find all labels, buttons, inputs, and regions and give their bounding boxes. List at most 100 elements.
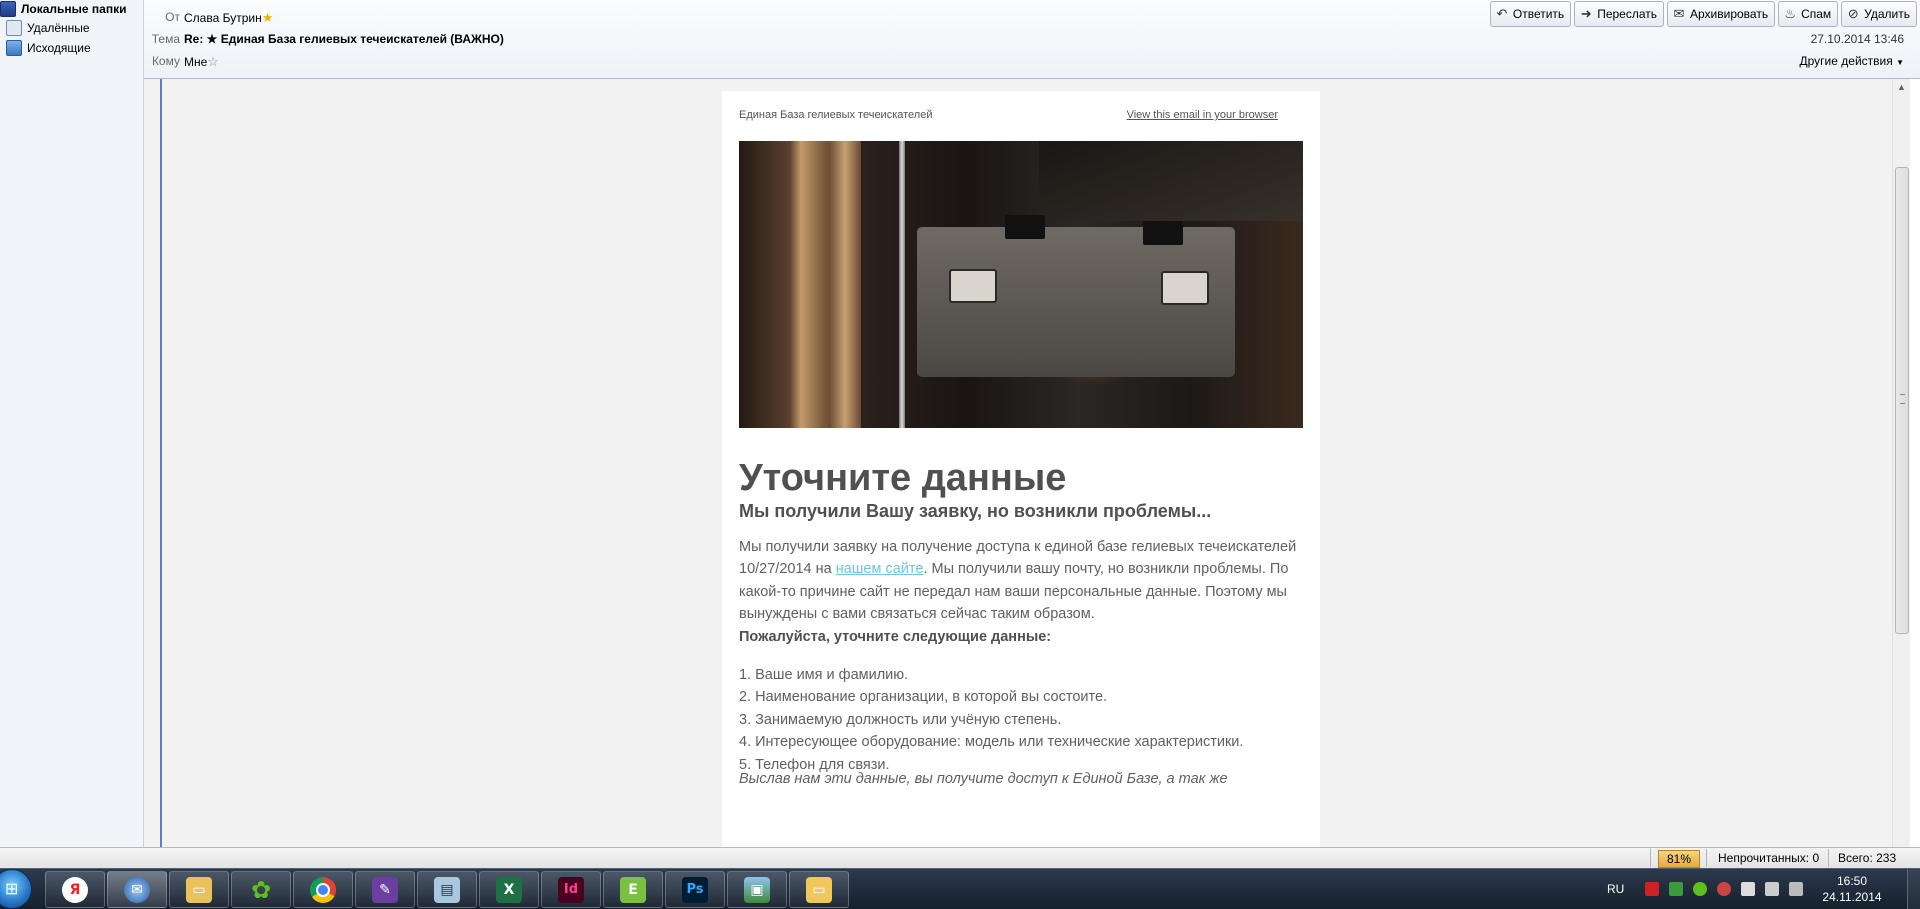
taskbar-app-yandex[interactable]: Я [45, 871, 105, 908]
folder-label: Удалённые [27, 21, 90, 35]
system-clock[interactable]: 16:50 24.11.2014 [1812, 873, 1892, 905]
zoom-indicator[interactable]: 81% [1658, 850, 1700, 868]
forward-label: Переслать [1597, 7, 1657, 21]
chrome-icon [310, 876, 336, 903]
indesign-icon: Id [558, 876, 584, 903]
app-tray-icon[interactable] [1669, 882, 1684, 896]
thumb-grip-icon [1900, 394, 1905, 404]
taskbar: ⊞ Я ✉ ▭ ✿ ✎ ▤ X Id E Ps ▣ ▭ RU 16:50 24.… [0, 868, 1920, 909]
unread-count: Непрочитанных: 0 [1718, 851, 1820, 865]
sender-name[interactable]: Слава Бутрин [184, 11, 262, 25]
message-header: От Слава Бутрин★ Тема Re: ★ Единая База … [144, 0, 1920, 79]
from-value[interactable]: Слава Бутрин★ [184, 10, 273, 26]
spam-button[interactable]: ♨ Спам [1778, 1, 1839, 27]
total-count: Всего: 233 [1838, 851, 1897, 865]
request-list: 1. Ваше имя и фамилию. 2. Наименование о… [739, 664, 1304, 776]
forward-icon: ➜ [1580, 6, 1592, 21]
folder-local-folders[interactable]: Локальные папки [0, 0, 143, 18]
scroll-up-arrow-icon[interactable]: ▲ [1893, 79, 1910, 96]
action-center-flag-icon[interactable] [1741, 882, 1756, 896]
taskbar-app-chrome[interactable] [293, 871, 353, 908]
status-bar: 81% Непрочитанных: 0 Всего: 233 [0, 847, 1920, 869]
start-button[interactable]: ⊞ [0, 869, 32, 909]
taskbar-app-excel[interactable]: X [479, 871, 539, 908]
thunderbird-icon: ✉ [124, 876, 150, 903]
taskbar-app-evernote[interactable]: E [603, 871, 663, 908]
folder-label: Локальные папки [21, 2, 127, 16]
delete-button[interactable]: ⊘ Удалить [1841, 1, 1917, 27]
taskbar-app-image-viewer[interactable]: ▣ [727, 871, 787, 908]
taskbar-app-pen[interactable]: ✎ [355, 871, 415, 908]
hero-box-right [1143, 221, 1183, 245]
hero-box-left [1005, 215, 1045, 239]
clock-time: 16:50 [1836, 874, 1868, 888]
site-link[interactable]: нашем сайте [836, 561, 924, 577]
list-item: 1. Ваше имя и фамилию. [739, 667, 909, 683]
vertical-scrollbar[interactable]: ▲ [1892, 79, 1910, 847]
email-title: Уточните данные [739, 457, 1067, 499]
photoshop-icon: Ps [682, 876, 708, 903]
recipient-name[interactable]: Мне [184, 55, 207, 69]
subject-value: Re: ★ Единая База гелиевых течеискателей… [184, 32, 504, 46]
to-label: Кому [151, 54, 180, 68]
language-indicator[interactable]: RU [1607, 882, 1624, 896]
image-viewer-icon: ▣ [744, 876, 770, 903]
icq-flower-icon: ✿ [250, 875, 272, 904]
taskbar-app-thunderbird[interactable]: ✉ [107, 871, 167, 908]
email-paragraph: Мы получили заявку на получение доступа … [739, 536, 1304, 626]
list-item: 4. Интересующее оборудование: модель или… [739, 734, 1244, 751]
show-desktop-button[interactable] [1907, 869, 1920, 909]
from-label: От [165, 10, 180, 24]
acrobat-tray-icon[interactable] [1645, 882, 1660, 896]
evernote-elephant-icon: E [620, 876, 646, 903]
status-divider [1828, 849, 1829, 867]
excel-icon: X [496, 876, 522, 903]
folder-trash[interactable]: Удалённые [0, 18, 143, 38]
delete-label: Удалить [1864, 7, 1910, 21]
email-subtitle: Мы получили Вашу заявку, но возникли про… [739, 501, 1212, 521]
taskbar-app-icq[interactable]: ✿ [231, 871, 291, 908]
list-item: 3. Занимаемую должность или учёную степе… [739, 711, 1062, 728]
list-item: 2. Наименование организации, в которой в… [739, 689, 1108, 706]
hero-gauge-right [1161, 271, 1209, 305]
dropdown-arrow-icon: ▼ [1896, 58, 1904, 67]
scrollbar-thumb[interactable] [1895, 167, 1909, 634]
to-value[interactable]: Мне☆ [184, 54, 219, 70]
taskbar-app-photoshop[interactable]: Ps [665, 871, 725, 908]
message-toolbar: ↶ Ответить ➜ Переслать ✉ Архивировать ♨ … [1489, 1, 1917, 27]
taskbar-app-explorer[interactable]: ▭ [169, 871, 229, 908]
folder-label: Исходящие [27, 41, 91, 55]
icq-tray-icon[interactable] [1693, 882, 1708, 896]
volume-muted-icon[interactable] [1789, 882, 1804, 896]
other-actions-label: Другие действия [1799, 54, 1893, 68]
taskbar-app-folder[interactable]: ▭ [789, 871, 849, 908]
star-icon[interactable]: ★ [262, 10, 274, 25]
message-body[interactable]: Единая База гелиевых течеискателей View … [144, 79, 1892, 847]
tools-tray-icon[interactable] [1717, 882, 1732, 896]
spam-flame-icon: ♨ [1784, 6, 1796, 21]
taskbar-app-notepad[interactable]: ▤ [417, 871, 477, 908]
folder-icon: ▭ [806, 876, 832, 903]
system-tray: RU [1607, 869, 1808, 909]
local-folders-icon [0, 1, 16, 17]
email-preheader: Единая База гелиевых течеискателей [739, 109, 933, 121]
subject-label: Тема [151, 32, 180, 46]
status-divider [1650, 849, 1651, 867]
archive-button[interactable]: ✉ Архивировать [1667, 1, 1776, 27]
notepad-icon: ▤ [434, 876, 460, 903]
folder-outbox[interactable]: Исходящие [0, 38, 143, 58]
taskbar-app-indesign[interactable]: Id [541, 871, 601, 908]
quote-rule [160, 79, 162, 847]
reply-label: Ответить [1512, 7, 1565, 21]
star-outline-icon[interactable]: ☆ [207, 54, 219, 69]
reply-icon: ↶ [1496, 6, 1508, 21]
closing-text: Выслав нам эти данные, вы получите досту… [739, 771, 1228, 787]
reply-button[interactable]: ↶ Ответить [1489, 1, 1572, 27]
folder-pane: Локальные папки Удалённые Исходящие [0, 0, 144, 847]
windows-logo-icon: ⊞ [5, 881, 19, 898]
hero-gauge-left [949, 269, 997, 303]
forward-button[interactable]: ➜ Переслать [1574, 1, 1664, 27]
other-actions-menu[interactable]: Другие действия ▼ [1800, 54, 1904, 68]
view-in-browser-link[interactable]: View this email in your browser [1127, 109, 1278, 121]
network-icon[interactable] [1765, 882, 1780, 896]
